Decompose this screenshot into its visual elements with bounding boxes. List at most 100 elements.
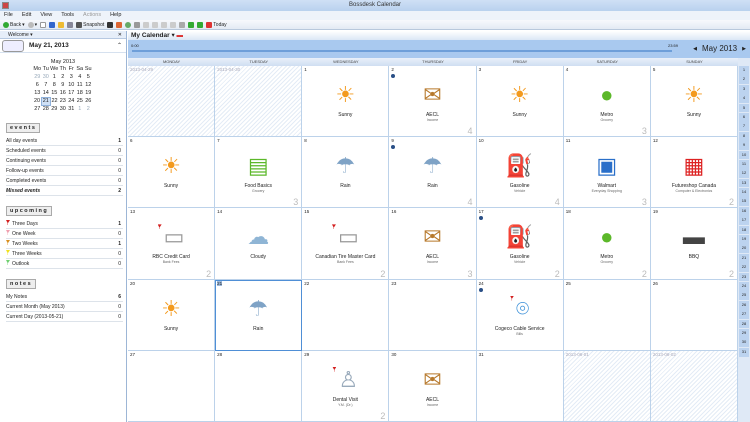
time-slider[interactable] xyxy=(132,50,672,52)
calendar-event[interactable]: ☀ Sunny xyxy=(477,82,563,118)
menu-help[interactable]: Help xyxy=(110,11,121,20)
day-index[interactable]: 31 xyxy=(739,347,749,357)
mini-day[interactable]: 20 xyxy=(33,97,42,105)
mini-day[interactable]: 31 xyxy=(67,105,76,113)
day-cell[interactable]: 23 xyxy=(389,279,477,351)
day-index[interactable]: 1 xyxy=(739,66,749,75)
mini-day[interactable]: 1 xyxy=(50,73,59,81)
day-cell[interactable]: 13 ▭ RBC Credit Card Bank Fees 2 xyxy=(128,208,216,280)
refresh-icon[interactable] xyxy=(125,21,132,28)
day-cell[interactable]: 19 ▬ BBQ 2 xyxy=(650,208,738,280)
day-cell[interactable]: 2 ✉ AECL Income 4 xyxy=(389,66,477,138)
day-index[interactable]: 9 xyxy=(739,141,749,150)
mini-day[interactable]: 6 xyxy=(33,81,42,89)
calendar-event[interactable]: ⌾ Cogeco Cable Service Bills xyxy=(477,295,563,336)
collapse-icon[interactable]: ⌃ xyxy=(117,42,122,49)
day-index[interactable]: 10 xyxy=(739,150,749,160)
mini-day[interactable]: 9 xyxy=(59,81,68,89)
mini-day[interactable]: 4 xyxy=(76,73,85,81)
calendar-event[interactable]: ☁ Cloudy xyxy=(215,224,301,260)
forward-button[interactable]: ▾ xyxy=(27,21,37,28)
menu-tools[interactable]: Tools xyxy=(61,11,74,20)
calendar-event[interactable]: ⛽ Gasoline Vehicle xyxy=(477,224,563,264)
upcoming-item[interactable]: Three Weeks 0 xyxy=(6,249,123,259)
day-cell[interactable]: 14 ☁ Cloudy xyxy=(215,208,303,280)
events-item[interactable]: Missed events 2 xyxy=(6,186,123,196)
mini-day[interactable]: 19 xyxy=(84,89,93,97)
day-cell[interactable]: 28 xyxy=(215,350,303,422)
day-cell[interactable]: 2013-04-30 xyxy=(215,66,303,138)
day-index[interactable]: 12 xyxy=(739,169,749,179)
mini-day[interactable]: 1 xyxy=(76,105,85,113)
menu-view[interactable]: View xyxy=(40,11,52,20)
day-cell[interactable]: 4 ● Metro Grocery 3 xyxy=(563,66,651,138)
save-icon[interactable] xyxy=(49,21,56,28)
day-index[interactable]: 8 xyxy=(739,131,749,141)
today-button[interactable]: Today xyxy=(206,21,227,28)
day-index[interactable]: 19 xyxy=(739,235,749,244)
binoculars-icon[interactable] xyxy=(107,21,114,28)
events-item[interactable]: Continuing events 0 xyxy=(6,156,123,166)
calendar-event[interactable]: ● Metro Grocery xyxy=(564,82,650,122)
calendar-event[interactable]: ♙ Dental Visit Y.M. (Dr.) xyxy=(302,366,388,407)
day-index[interactable]: 29 xyxy=(739,328,749,338)
day-cell[interactable]: 31 xyxy=(476,350,564,422)
day-index[interactable]: 25 xyxy=(739,291,749,301)
prev-month-button[interactable]: ◀ xyxy=(693,46,697,52)
notes-item[interactable]: Current Day (2013-05-21) 0 xyxy=(6,312,123,322)
day-cell[interactable]: 2013-04-29 xyxy=(128,66,216,138)
day-cell[interactable]: 24 ⌾ Cogeco Cable Service Bills xyxy=(476,279,564,351)
mini-day[interactable]: 28 xyxy=(42,105,51,113)
calendar-event[interactable]: ☀ Sunny xyxy=(128,296,214,332)
day-cell[interactable]: 15 ▭ Canadian Tire Master Card Bank Fees 2 xyxy=(302,208,390,280)
close-icon[interactable]: ✕ xyxy=(118,31,122,39)
day-index[interactable]: 17 xyxy=(739,216,749,226)
day-cell[interactable]: 6 ☀ Sunny xyxy=(128,137,216,209)
day-cell[interactable]: 27 xyxy=(128,350,216,422)
day-index[interactable]: 14 xyxy=(739,188,749,197)
day-cell[interactable]: 16 ✉ AECL Income 3 xyxy=(389,208,477,280)
mini-day[interactable]: 2 xyxy=(59,73,68,81)
day-cell[interactable]: 9 ☂ Rain 4 xyxy=(389,137,477,209)
upcoming-item[interactable]: Two Weeks 1 xyxy=(6,239,123,249)
day-index[interactable]: 11 xyxy=(739,159,749,169)
day-cell[interactable]: 21 ☂ Rain xyxy=(215,279,303,351)
delete-icon[interactable] xyxy=(179,21,186,28)
day-index[interactable]: 18 xyxy=(739,225,749,235)
calendar-event[interactable]: ✉ AECL Income xyxy=(389,82,475,122)
print-icon[interactable] xyxy=(67,21,74,28)
calendar-event[interactable]: ▦ Futureshop Canada Computer & Electronics xyxy=(651,153,737,193)
mini-day[interactable]: 2 xyxy=(84,105,93,113)
calendar-event[interactable]: ☂ Rain xyxy=(215,296,301,332)
day-cell[interactable]: 3 ☀ Sunny xyxy=(476,66,564,138)
day-cell[interactable]: 2013-06-02 xyxy=(650,350,738,422)
menu-actions[interactable]: Actions xyxy=(83,11,101,20)
mini-day[interactable]: 29 xyxy=(50,105,59,113)
day-index[interactable]: 6 xyxy=(739,112,749,122)
day-index[interactable]: 4 xyxy=(739,94,749,103)
day-index[interactable]: 7 xyxy=(739,122,749,132)
day-index[interactable]: 13 xyxy=(739,178,749,188)
upcoming-item[interactable]: Outlook 0 xyxy=(6,259,123,269)
day-index[interactable]: 5 xyxy=(739,103,749,113)
events-item[interactable]: All day events 1 xyxy=(6,136,123,146)
mini-day[interactable]: 26 xyxy=(84,97,93,105)
day-index[interactable]: 16 xyxy=(739,206,749,216)
notes-item[interactable]: My Notes 6 xyxy=(6,292,123,302)
day-cell[interactable]: 11 ▣ Walmart Everyday Shopping 3 xyxy=(563,137,651,209)
mini-day[interactable]: 12 xyxy=(84,81,93,89)
day-cell[interactable]: 20 ☀ Sunny xyxy=(128,279,216,351)
calendar-event[interactable]: ● Metro Grocery xyxy=(564,224,650,264)
calendar-event[interactable]: ⛽ Gasoline Vehicle xyxy=(477,153,563,193)
upcoming-item[interactable]: Three Days 1 xyxy=(6,219,123,229)
menu-edit[interactable]: Edit xyxy=(22,11,31,20)
new-icon[interactable] xyxy=(40,21,47,28)
mini-day[interactable]: 15 xyxy=(50,89,59,97)
calendar-event[interactable]: ▬ BBQ xyxy=(651,224,737,260)
day-index[interactable]: 3 xyxy=(739,84,749,94)
paste-icon[interactable] xyxy=(170,21,177,28)
mini-day[interactable]: 29 xyxy=(33,73,42,81)
day-cell[interactable]: 7 ▤ Food Basics Grocery 3 xyxy=(215,137,303,209)
day-index[interactable]: 27 xyxy=(739,310,749,319)
back-button[interactable]: Back ▾ xyxy=(3,21,25,28)
